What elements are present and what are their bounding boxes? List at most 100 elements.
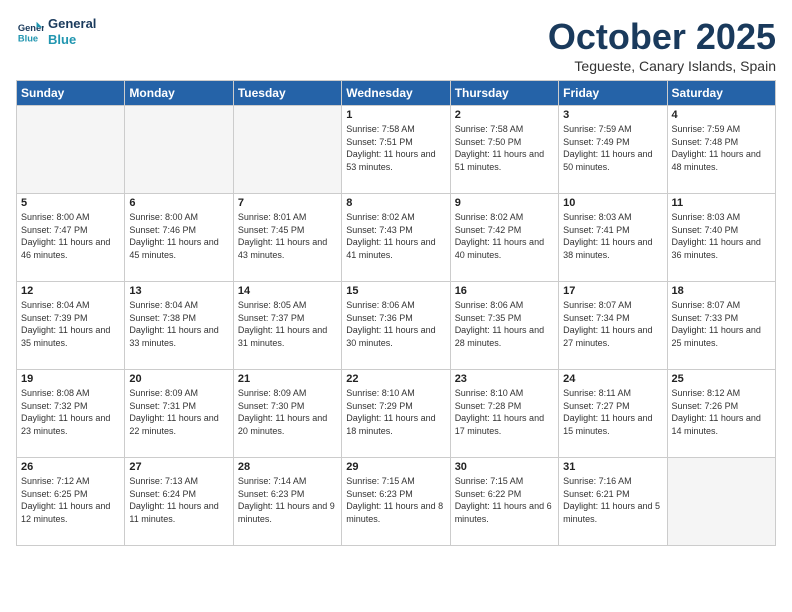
calendar-week-3: 12 Sunrise: 8:04 AMSunset: 7:39 PMDayligh… (17, 282, 776, 370)
title-block: October 2025 Tegueste, Canary Islands, S… (548, 16, 776, 74)
calendar-cell: 8 Sunrise: 8:02 AMSunset: 7:43 PMDaylight… (342, 194, 450, 282)
calendar-cell: 16 Sunrise: 8:06 AMSunset: 7:35 PMDayligh… (450, 282, 558, 370)
day-number: 30 (455, 461, 554, 473)
weekday-header-wednesday: Wednesday (342, 81, 450, 106)
calendar-cell (17, 106, 125, 194)
cell-content: Sunrise: 7:59 AMSunset: 7:48 PMDaylight:… (672, 123, 771, 173)
calendar-cell: 15 Sunrise: 8:06 AMSunset: 7:36 PMDayligh… (342, 282, 450, 370)
cell-content: Sunrise: 8:02 AMSunset: 7:42 PMDaylight:… (455, 211, 554, 261)
day-number: 29 (346, 461, 445, 473)
page-header: General Blue General Blue October 2025 T… (16, 16, 776, 74)
day-number: 6 (129, 197, 228, 209)
calendar-cell: 14 Sunrise: 8:05 AMSunset: 7:37 PMDayligh… (233, 282, 341, 370)
weekday-header-monday: Monday (125, 81, 233, 106)
day-number: 4 (672, 109, 771, 121)
cell-content: Sunrise: 8:08 AMSunset: 7:32 PMDaylight:… (21, 387, 120, 437)
cell-content: Sunrise: 8:06 AMSunset: 7:35 PMDaylight:… (455, 299, 554, 349)
cell-content: Sunrise: 8:00 AMSunset: 7:47 PMDaylight:… (21, 211, 120, 261)
weekday-header-saturday: Saturday (667, 81, 775, 106)
calendar-cell: 3Sunrise: 7:59 AMSunset: 7:49 PMDaylight… (559, 106, 667, 194)
day-number: 7 (238, 197, 337, 209)
calendar-cell: 26 Sunrise: 7:12 AMSunset: 6:25 PMDayligh… (17, 458, 125, 546)
weekday-header-sunday: Sunday (17, 81, 125, 106)
day-number: 24 (563, 373, 662, 385)
cell-content: Sunrise: 7:14 AMSunset: 6:23 PMDaylight:… (238, 475, 337, 525)
calendar-table: SundayMondayTuesdayWednesdayThursdayFrid… (16, 80, 776, 546)
calendar-cell: 31 Sunrise: 7:16 AMSunset: 6:21 PMDayligh… (559, 458, 667, 546)
cell-content: Sunrise: 7:16 AMSunset: 6:21 PMDaylight:… (563, 475, 662, 525)
calendar-cell (667, 458, 775, 546)
day-number: 26 (21, 461, 120, 473)
cell-content: Sunrise: 8:10 AMSunset: 7:28 PMDaylight:… (455, 387, 554, 437)
day-number: 23 (455, 373, 554, 385)
day-number: 1 (346, 109, 445, 121)
calendar-cell: 19 Sunrise: 8:08 AMSunset: 7:32 PMDayligh… (17, 370, 125, 458)
calendar-cell: 30 Sunrise: 7:15 AMSunset: 6:22 PMDayligh… (450, 458, 558, 546)
calendar-cell: 9 Sunrise: 8:02 AMSunset: 7:42 PMDaylight… (450, 194, 558, 282)
calendar-week-1: 1 Sunrise: 7:58 AMSunset: 7:51 PMDaylight… (17, 106, 776, 194)
day-number: 16 (455, 285, 554, 297)
logo-general-text: General (48, 16, 96, 32)
calendar-cell: 4 Sunrise: 7:59 AMSunset: 7:48 PMDaylight… (667, 106, 775, 194)
calendar-cell (233, 106, 341, 194)
day-number: 28 (238, 461, 337, 473)
svg-text:General: General (18, 23, 44, 33)
calendar-cell (125, 106, 233, 194)
logo-icon: General Blue (16, 18, 44, 46)
day-number: 12 (21, 285, 120, 297)
day-number: 19 (21, 373, 120, 385)
day-number: 3 (563, 109, 662, 121)
cell-content: Sunrise: 7:13 AMSunset: 6:24 PMDaylight:… (129, 475, 228, 525)
cell-content: Sunrise: 8:03 AMSunset: 7:41 PMDaylight:… (563, 211, 662, 261)
calendar-cell: 10 Sunrise: 8:03 AMSunset: 7:41 PMDayligh… (559, 194, 667, 282)
calendar-cell: 25Sunrise: 8:12 AMSunset: 7:26 PMDayligh… (667, 370, 775, 458)
cell-content: Sunrise: 7:12 AMSunset: 6:25 PMDaylight:… (21, 475, 120, 525)
calendar-week-4: 19 Sunrise: 8:08 AMSunset: 7:32 PMDayligh… (17, 370, 776, 458)
logo-blue-text: Blue (48, 32, 96, 48)
day-number: 21 (238, 373, 337, 385)
day-number: 18 (672, 285, 771, 297)
calendar-cell: 27Sunrise: 7:13 AMSunset: 6:24 PMDayligh… (125, 458, 233, 546)
cell-content: Sunrise: 8:04 AMSunset: 7:39 PMDaylight:… (21, 299, 120, 349)
calendar-cell: 24 Sunrise: 8:11 AMSunset: 7:27 PMDayligh… (559, 370, 667, 458)
calendar-cell: 18Sunrise: 8:07 AMSunset: 7:33 PMDayligh… (667, 282, 775, 370)
cell-content: Sunrise: 8:11 AMSunset: 7:27 PMDaylight:… (563, 387, 662, 437)
cell-content: Sunrise: 7:15 AMSunset: 6:22 PMDaylight:… (455, 475, 554, 525)
calendar-cell: 17Sunrise: 8:07 AMSunset: 7:34 PMDayligh… (559, 282, 667, 370)
day-number: 5 (21, 197, 120, 209)
calendar-week-2: 5 Sunrise: 8:00 AMSunset: 7:47 PMDaylight… (17, 194, 776, 282)
calendar-cell: 11 Sunrise: 8:03 AMSunset: 7:40 PMDayligh… (667, 194, 775, 282)
weekday-header-tuesday: Tuesday (233, 81, 341, 106)
cell-content: Sunrise: 8:09 AMSunset: 7:30 PMDaylight:… (238, 387, 337, 437)
day-number: 20 (129, 373, 228, 385)
calendar-cell: 12 Sunrise: 8:04 AMSunset: 7:39 PMDayligh… (17, 282, 125, 370)
cell-content: Sunrise: 8:05 AMSunset: 7:37 PMDaylight:… (238, 299, 337, 349)
location-text: Tegueste, Canary Islands, Spain (548, 58, 776, 74)
day-number: 11 (672, 197, 771, 209)
weekday-header-row: SundayMondayTuesdayWednesdayThursdayFrid… (17, 81, 776, 106)
day-number: 14 (238, 285, 337, 297)
cell-content: Sunrise: 7:58 AMSunset: 7:51 PMDaylight:… (346, 123, 445, 173)
day-number: 9 (455, 197, 554, 209)
cell-content: Sunrise: 8:04 AMSunset: 7:38 PMDaylight:… (129, 299, 228, 349)
day-number: 8 (346, 197, 445, 209)
weekday-header-friday: Friday (559, 81, 667, 106)
cell-content: Sunrise: 8:03 AMSunset: 7:40 PMDaylight:… (672, 211, 771, 261)
day-number: 22 (346, 373, 445, 385)
cell-content: Sunrise: 8:10 AMSunset: 7:29 PMDaylight:… (346, 387, 445, 437)
calendar-cell: 7 Sunrise: 8:01 AMSunset: 7:45 PMDaylight… (233, 194, 341, 282)
cell-content: Sunrise: 8:00 AMSunset: 7:46 PMDaylight:… (129, 211, 228, 261)
calendar-cell: 21 Sunrise: 8:09 AMSunset: 7:30 PMDayligh… (233, 370, 341, 458)
calendar-cell: 5 Sunrise: 8:00 AMSunset: 7:47 PMDaylight… (17, 194, 125, 282)
calendar-cell: 23 Sunrise: 8:10 AMSunset: 7:28 PMDayligh… (450, 370, 558, 458)
svg-text:Blue: Blue (18, 33, 38, 43)
cell-content: Sunrise: 8:02 AMSunset: 7:43 PMDaylight:… (346, 211, 445, 261)
cell-content: Sunrise: 8:06 AMSunset: 7:36 PMDaylight:… (346, 299, 445, 349)
calendar-cell: 13Sunrise: 8:04 AMSunset: 7:38 PMDayligh… (125, 282, 233, 370)
day-number: 31 (563, 461, 662, 473)
day-number: 15 (346, 285, 445, 297)
day-number: 25 (672, 373, 771, 385)
cell-content: Sunrise: 8:01 AMSunset: 7:45 PMDaylight:… (238, 211, 337, 261)
day-number: 10 (563, 197, 662, 209)
calendar-cell: 6 Sunrise: 8:00 AMSunset: 7:46 PMDaylight… (125, 194, 233, 282)
